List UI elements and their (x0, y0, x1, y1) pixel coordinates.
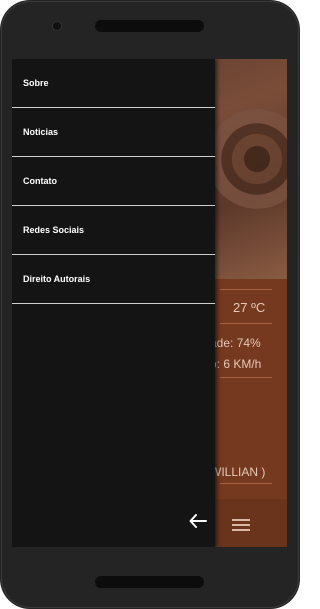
drawer-item-contato[interactable]: Contato (12, 157, 215, 206)
top-speaker (95, 20, 204, 32)
card-divider (220, 323, 272, 324)
card-divider (220, 289, 272, 290)
photo-disc (207, 109, 287, 209)
hamburger-menu-icon[interactable] (232, 519, 250, 531)
drawer-item-label: Noticias (23, 127, 59, 137)
temperature-value: 27 ºC (233, 300, 266, 315)
drawer-item-sobre[interactable]: Sobre (12, 59, 215, 108)
screen: 27 ºC ade: 74% o: 6 KM/h N WILLIAN ) Sob… (12, 59, 287, 547)
drawer-item-direito-autorais[interactable]: Direito Autorais (12, 255, 215, 304)
drawer-item-redes-sociais[interactable]: Redes Sociais (12, 206, 215, 255)
drawer-item-label: Contato (23, 176, 57, 186)
navigation-drawer: Sobre Noticias Contato Redes Sociais Dir… (12, 59, 215, 547)
card-divider (220, 483, 272, 484)
wind-value: o: 6 KM/h (210, 357, 262, 371)
drawer-item-label: Direito Autorais (23, 274, 91, 284)
arrow-left-icon (189, 514, 207, 528)
front-camera (52, 21, 62, 31)
humidity-value: ade: 74% (210, 336, 261, 350)
drawer-item-label: Redes Sociais (23, 225, 85, 235)
bottom-speaker (95, 576, 204, 588)
card-divider (220, 377, 272, 378)
drawer-menu: Sobre Noticias Contato Redes Sociais Dir… (12, 59, 215, 304)
back-button[interactable] (187, 510, 209, 532)
drawer-item-label: Sobre (23, 78, 49, 88)
drawer-item-noticias[interactable]: Noticias (12, 108, 215, 157)
phone-frame: 27 ºC ade: 74% o: 6 KM/h N WILLIAN ) Sob… (0, 0, 300, 609)
